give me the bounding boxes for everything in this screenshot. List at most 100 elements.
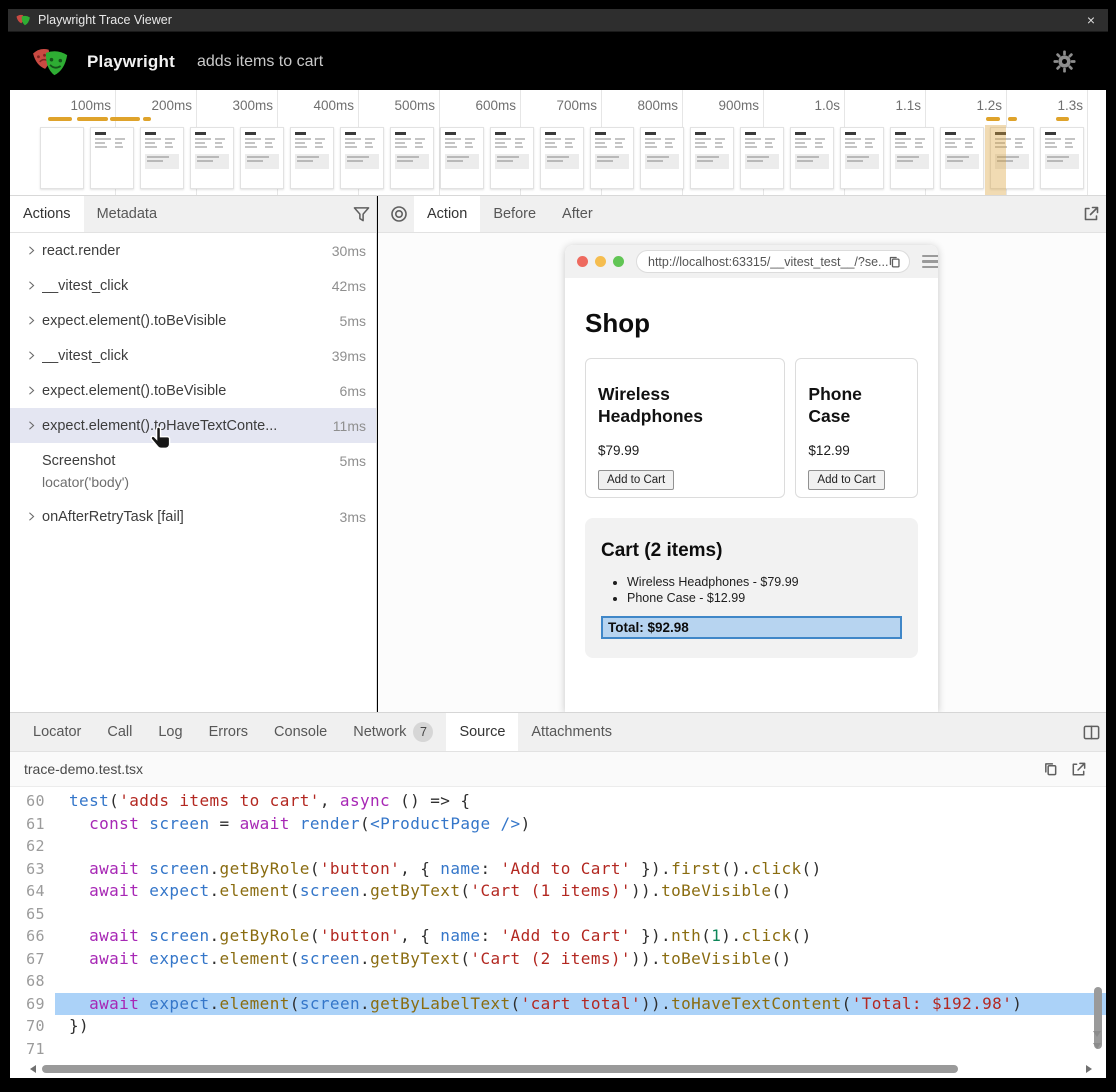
actions-panel: ActionsMetadata react.render30ms__vitest… [10,196,377,712]
copy-icon[interactable] [1036,761,1064,777]
scroll-right-icon[interactable] [1086,1065,1092,1073]
tabbar-spacer [606,196,1076,232]
green-dot-icon [613,256,624,267]
tab-before[interactable]: Before [480,196,549,232]
close-icon[interactable]: × [1082,12,1100,28]
tick-label: 800ms [602,98,678,113]
filmstrip-thumbnail[interactable] [1040,127,1084,189]
tick-label: 300ms [197,98,273,113]
tab-after[interactable]: After [549,196,606,232]
action-locator: locator('body') [10,474,376,499]
filmstrip-thumbnail[interactable] [440,127,484,189]
filter-icon[interactable] [346,196,376,232]
line-number: 70 [10,1015,55,1038]
scroll-down-icon[interactable] [1093,1031,1101,1037]
code-text: await screen.getByRole('button', { name:… [55,925,1106,948]
tab-actions[interactable]: Actions [10,196,84,232]
action-list-item[interactable]: expect.element().toBeVisible6ms [10,373,376,408]
action-list-item[interactable]: onAfterRetryTask [fail]3ms [10,499,376,534]
tab-log[interactable]: Log [145,713,195,751]
filmstrip-thumbnail[interactable] [240,127,284,189]
action-duration-bar [143,117,151,121]
filmstrip-thumbnail[interactable] [840,127,884,189]
split-view-icon[interactable] [1076,713,1106,751]
action-duration: 3ms [340,509,366,525]
chevron-right-icon [26,511,42,522]
code-line: 69 await expect.element(screen.getByLabe… [10,993,1106,1016]
filmstrip-thumbnail[interactable] [940,127,984,189]
filmstrip-thumbnail[interactable] [540,127,584,189]
filmstrip-thumbnail[interactable] [40,127,84,189]
source-filebar: trace-demo.test.tsx [10,752,1106,787]
code-text: }) [55,1015,1106,1038]
horizontal-scroll-thumb[interactable] [42,1065,958,1073]
filmstrip-thumbnail[interactable] [340,127,384,189]
copy-url-icon[interactable] [888,255,901,269]
details-tabbar: Locator Call Log Errors Console Network7Sourc… [10,713,1106,752]
filmstrip-thumbnail[interactable] [690,127,734,189]
filmstrip-thumbnail[interactable] [640,127,684,189]
filmstrip-thumbnail[interactable] [140,127,184,189]
action-list-item[interactable]: __vitest_click39ms [10,338,376,373]
tab-network[interactable]: Network7 [340,713,446,751]
source-file-name: trace-demo.test.tsx [24,761,1036,777]
action-duration-bar [110,117,140,121]
line-number: 61 [10,813,55,836]
grid-line [1087,90,1088,196]
tab-label: Metadata [97,206,157,222]
tab-console[interactable]: Console [261,713,340,751]
open-source-external-icon[interactable] [1064,761,1092,778]
tab-label: Errors [209,724,248,740]
add-to-cart-button[interactable]: Add to Cart [598,470,674,490]
tab-attachments[interactable]: Attachments [518,713,625,751]
gear-icon[interactable] [1053,50,1076,73]
tab-label: Call [107,724,132,740]
details-panel: Locator Call Log Errors Console Network7Sourc… [10,712,1106,1078]
filmstrip-thumbnail[interactable] [890,127,934,189]
action-list-item[interactable]: expect.element().toBeVisible5ms [10,303,376,338]
tick-label: 700ms [521,98,597,113]
menu-icon[interactable] [922,255,938,269]
filmstrip-thumbnail[interactable] [490,127,534,189]
filmstrip-thumbnail[interactable] [190,127,234,189]
tab-call[interactable]: Call [94,713,145,751]
action-duration: 39ms [332,348,366,364]
filmstrip-thumbnail[interactable] [390,127,434,189]
add-to-cart-button[interactable]: Add to Cart [808,470,884,490]
filmstrip-thumbnail[interactable] [290,127,334,189]
tab-label: Console [274,724,327,740]
line-number: 67 [10,948,55,971]
action-list-item[interactable]: react.render30ms [10,233,376,268]
action-list-item[interactable]: __vitest_click42ms [10,268,376,303]
line-number: 69 [10,993,55,1016]
tick-label: 1.1s [845,98,921,113]
filmstrip-thumbnail[interactable] [90,127,134,189]
filmstrip-thumbnail[interactable] [590,127,634,189]
code-text: await expect.element(screen.getByLabelTe… [55,993,1106,1016]
horizontal-scrollbar[interactable] [10,1063,1106,1075]
scroll-down-icon[interactable] [1093,1043,1101,1049]
vertical-scrollbar[interactable] [1094,987,1102,1049]
address-bar[interactable]: http://localhost:63315/__vitest_test__/?… [636,250,910,273]
filmstrip-thumbnail[interactable] [740,127,784,189]
tab-errors[interactable]: Errors [196,713,261,751]
tab-locator[interactable]: Locator [20,713,94,751]
code-text [55,903,1106,926]
filmstrip-thumbnail[interactable] [790,127,834,189]
yellow-dot-icon [595,256,606,267]
tick-label: 200ms [116,98,192,113]
tab-metadata[interactable]: Metadata [84,196,170,232]
scroll-left-icon[interactable] [30,1065,36,1073]
timeline[interactable]: 100ms200ms300ms400ms500ms600ms700ms800ms… [10,90,1106,196]
tab-action[interactable]: Action [414,196,480,232]
target-icon[interactable] [384,196,414,232]
action-duration: 42ms [332,278,366,294]
line-number: 64 [10,880,55,903]
tick-label: 400ms [278,98,354,113]
product-grid: Wireless Headphones $79.99 Add to Cart P… [585,358,918,498]
open-external-icon[interactable] [1076,196,1106,232]
tick-label: 1.3s [1007,98,1083,113]
action-list-item[interactable]: expect.element().toHaveTextConte...11ms [10,408,376,443]
tab-source[interactable]: Source [446,713,518,751]
action-list-item[interactable]: Screenshot5mslocator('body') [10,443,376,499]
